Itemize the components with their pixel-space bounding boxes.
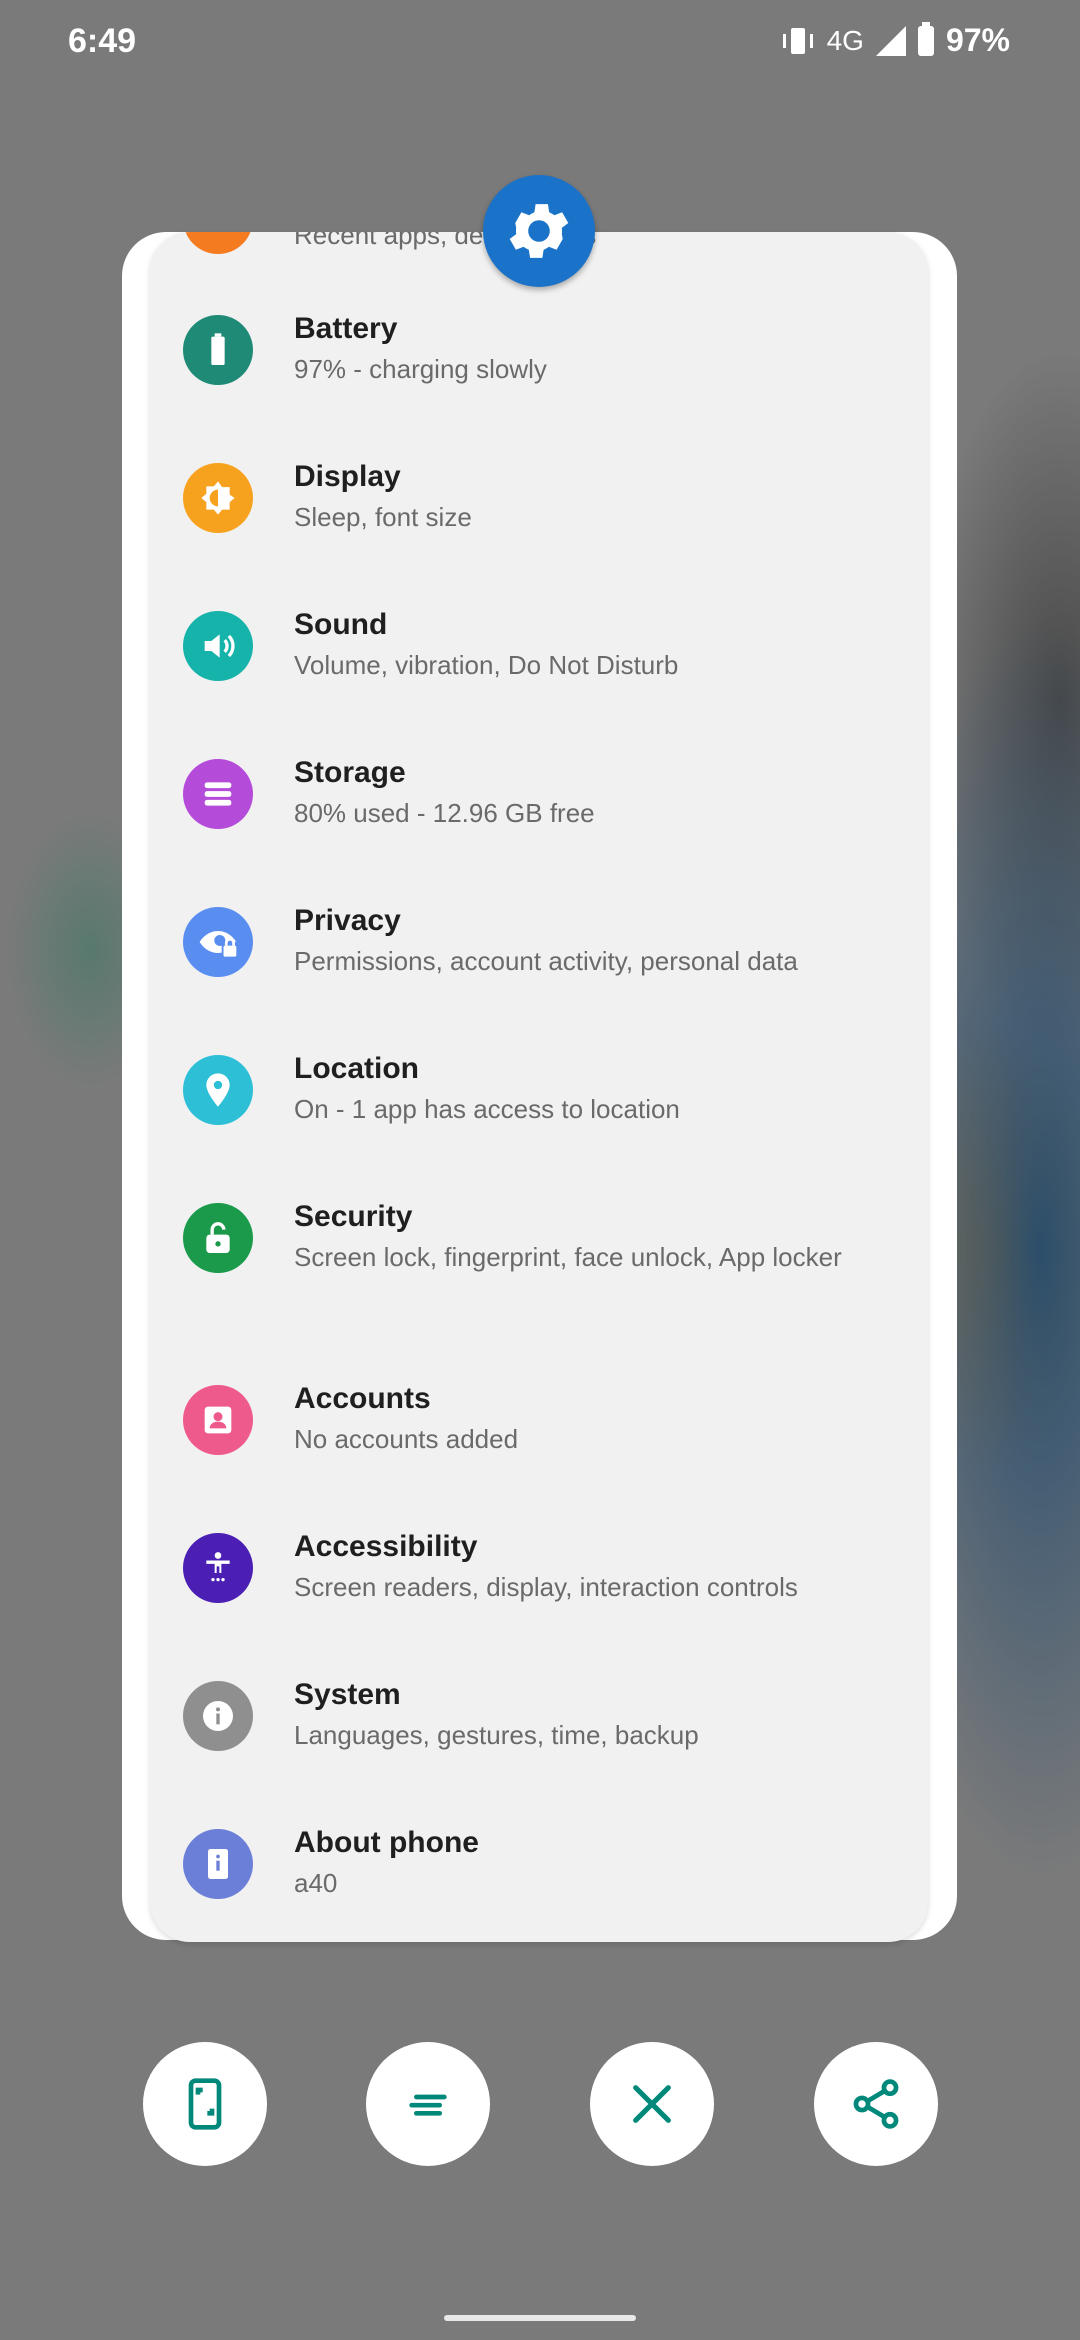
brightness-icon bbox=[183, 463, 253, 533]
settings-screenshot-card[interactable]: Recent apps, default apps Battery 97% - … bbox=[150, 232, 928, 1942]
gear-icon bbox=[509, 204, 569, 258]
battery-charging-icon bbox=[917, 21, 934, 56]
settings-item-subtitle: Sleep, font size bbox=[294, 502, 472, 532]
settings-item-subtitle: 80% used - 12.96 GB free bbox=[294, 798, 595, 828]
close-button[interactable] bbox=[590, 2042, 714, 2166]
signal-icon bbox=[875, 25, 906, 56]
apps-icon bbox=[183, 232, 253, 254]
text-lines-icon bbox=[409, 2094, 447, 2116]
settings-item-subtitle: No accounts added bbox=[294, 1424, 519, 1454]
unlock-icon bbox=[183, 1203, 253, 1273]
status-bar: 6:49 4G 97% bbox=[0, 0, 1080, 90]
settings-item-title: Location bbox=[294, 1052, 419, 1085]
settings-item-subtitle: On - 1 app has access to location bbox=[294, 1094, 680, 1124]
close-icon bbox=[633, 2085, 671, 2123]
battery-percent: 97% bbox=[945, 22, 1010, 58]
settings-item-title: System bbox=[294, 1678, 401, 1711]
info-icon bbox=[183, 1681, 253, 1751]
settings-item-title: Display bbox=[294, 460, 401, 493]
settings-item-subtitle: a40 bbox=[294, 1868, 338, 1898]
battery-icon bbox=[183, 315, 253, 385]
accessibility-icon bbox=[183, 1533, 253, 1603]
phone-info-icon bbox=[183, 1829, 253, 1899]
select-text-button[interactable] bbox=[366, 2042, 490, 2166]
settings-item-title: Battery bbox=[294, 312, 398, 345]
settings-item-subtitle: Volume, vibration, Do Not Disturb bbox=[294, 650, 679, 680]
location-pin-icon bbox=[183, 1055, 253, 1125]
settings-item-title: Security bbox=[294, 1200, 413, 1233]
vibrate-icon bbox=[781, 26, 815, 56]
settings-item-subtitle: Screen readers, display, interaction con… bbox=[294, 1572, 798, 1602]
settings-item-title: Accessibility bbox=[294, 1530, 478, 1563]
settings-item-subtitle: Permissions, account activity, personal … bbox=[294, 946, 798, 976]
screenshot-phone-icon bbox=[188, 2078, 222, 2130]
privacy-eye-icon bbox=[183, 907, 253, 977]
home-indicator[interactable] bbox=[444, 2315, 636, 2321]
settings-app-icon[interactable] bbox=[483, 175, 595, 287]
volume-icon bbox=[183, 611, 253, 681]
share-icon bbox=[853, 2079, 899, 2129]
settings-item-title: Accounts bbox=[294, 1382, 431, 1415]
status-icons: 4G 97% bbox=[781, 21, 1010, 59]
network-type: 4G bbox=[826, 24, 864, 56]
settings-item-title: About phone bbox=[294, 1826, 479, 1859]
settings-item-subtitle: Languages, gestures, time, backup bbox=[294, 1720, 699, 1750]
share-button[interactable] bbox=[814, 2042, 938, 2166]
settings-item-subtitle: Screen lock, fingerprint, face unlock, A… bbox=[294, 1242, 842, 1272]
status-time: 6:49 bbox=[68, 22, 137, 60]
settings-item-title: Storage bbox=[294, 756, 406, 789]
storage-icon bbox=[183, 759, 253, 829]
settings-item-title: Sound bbox=[294, 608, 388, 641]
settings-item-subtitle: 97% - charging slowly bbox=[294, 354, 547, 384]
screenshot-button[interactable] bbox=[143, 2042, 267, 2166]
account-icon bbox=[183, 1385, 253, 1455]
settings-item-title: Privacy bbox=[294, 904, 401, 937]
